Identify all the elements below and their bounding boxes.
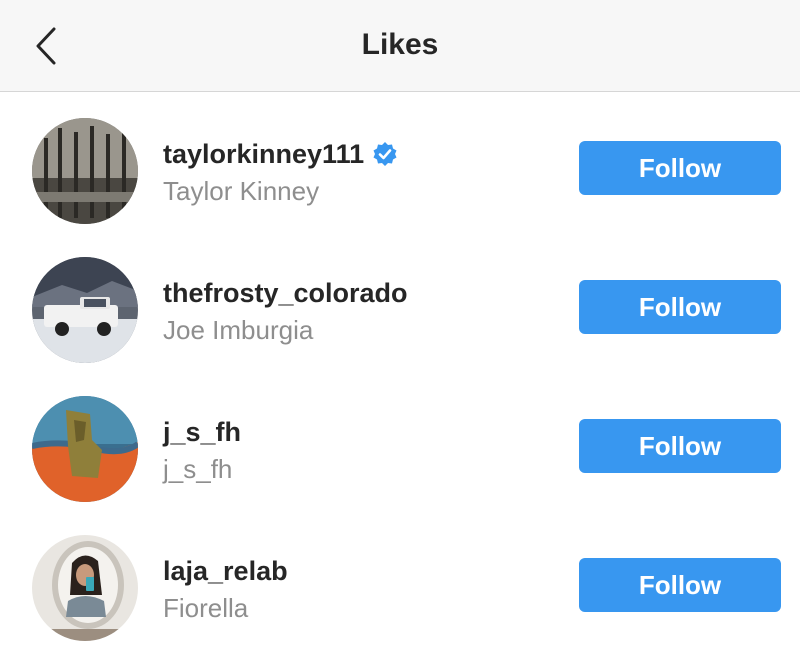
list-item: thefrosty_colorado Joe Imburgia Follow bbox=[0, 232, 800, 371]
username: taylorkinney111 bbox=[163, 138, 365, 169]
username: thefrosty_colorado bbox=[163, 277, 408, 308]
username-line[interactable]: j_s_fh bbox=[163, 415, 241, 449]
page-title: Likes bbox=[361, 28, 439, 61]
follow-button[interactable]: Follow bbox=[579, 419, 781, 473]
full-name: j_s_fh bbox=[163, 454, 233, 484]
list-item: laja_relab Fiorella Follow bbox=[0, 510, 800, 649]
verified-badge-icon bbox=[373, 142, 397, 166]
follow-button[interactable]: Follow bbox=[579, 141, 781, 195]
painting-photo-avatar bbox=[32, 396, 138, 502]
username: j_s_fh bbox=[163, 416, 242, 447]
username-line[interactable]: thefrosty_colorado bbox=[163, 276, 408, 310]
forest-photo-avatar bbox=[32, 118, 138, 224]
avatar[interactable] bbox=[32, 535, 138, 641]
user-names: taylorkinney111 Taylor Kinney bbox=[163, 137, 398, 207]
mirror-selfie-photo-avatar bbox=[32, 535, 138, 641]
avatar[interactable] bbox=[32, 396, 138, 502]
user-names: thefrosty_colorado Joe Imburgia bbox=[163, 276, 408, 346]
avatar[interactable] bbox=[32, 118, 138, 224]
username: laja_relab bbox=[163, 555, 288, 586]
full-name: Joe Imburgia bbox=[163, 315, 314, 345]
full-name: Taylor Kinney bbox=[163, 176, 320, 206]
full-name: Fiorella bbox=[163, 593, 249, 623]
follow-button[interactable]: Follow bbox=[579, 558, 781, 612]
avatar[interactable] bbox=[32, 257, 138, 363]
white-truck-photo-avatar bbox=[32, 257, 138, 363]
user-names: j_s_fh j_s_fh bbox=[163, 415, 241, 485]
follow-button[interactable]: Follow bbox=[579, 280, 781, 334]
username-line[interactable]: taylorkinney111 bbox=[163, 137, 398, 171]
username-line[interactable]: laja_relab bbox=[163, 554, 288, 588]
list-item: j_s_fh j_s_fh Follow bbox=[0, 371, 800, 510]
nav-header: Likes bbox=[0, 0, 800, 92]
list-item: taylorkinney111 Taylor Kinney Follow bbox=[0, 93, 800, 232]
likes-list: taylorkinney111 Taylor Kinney Follow the… bbox=[0, 93, 800, 649]
user-names: laja_relab Fiorella bbox=[163, 554, 288, 624]
